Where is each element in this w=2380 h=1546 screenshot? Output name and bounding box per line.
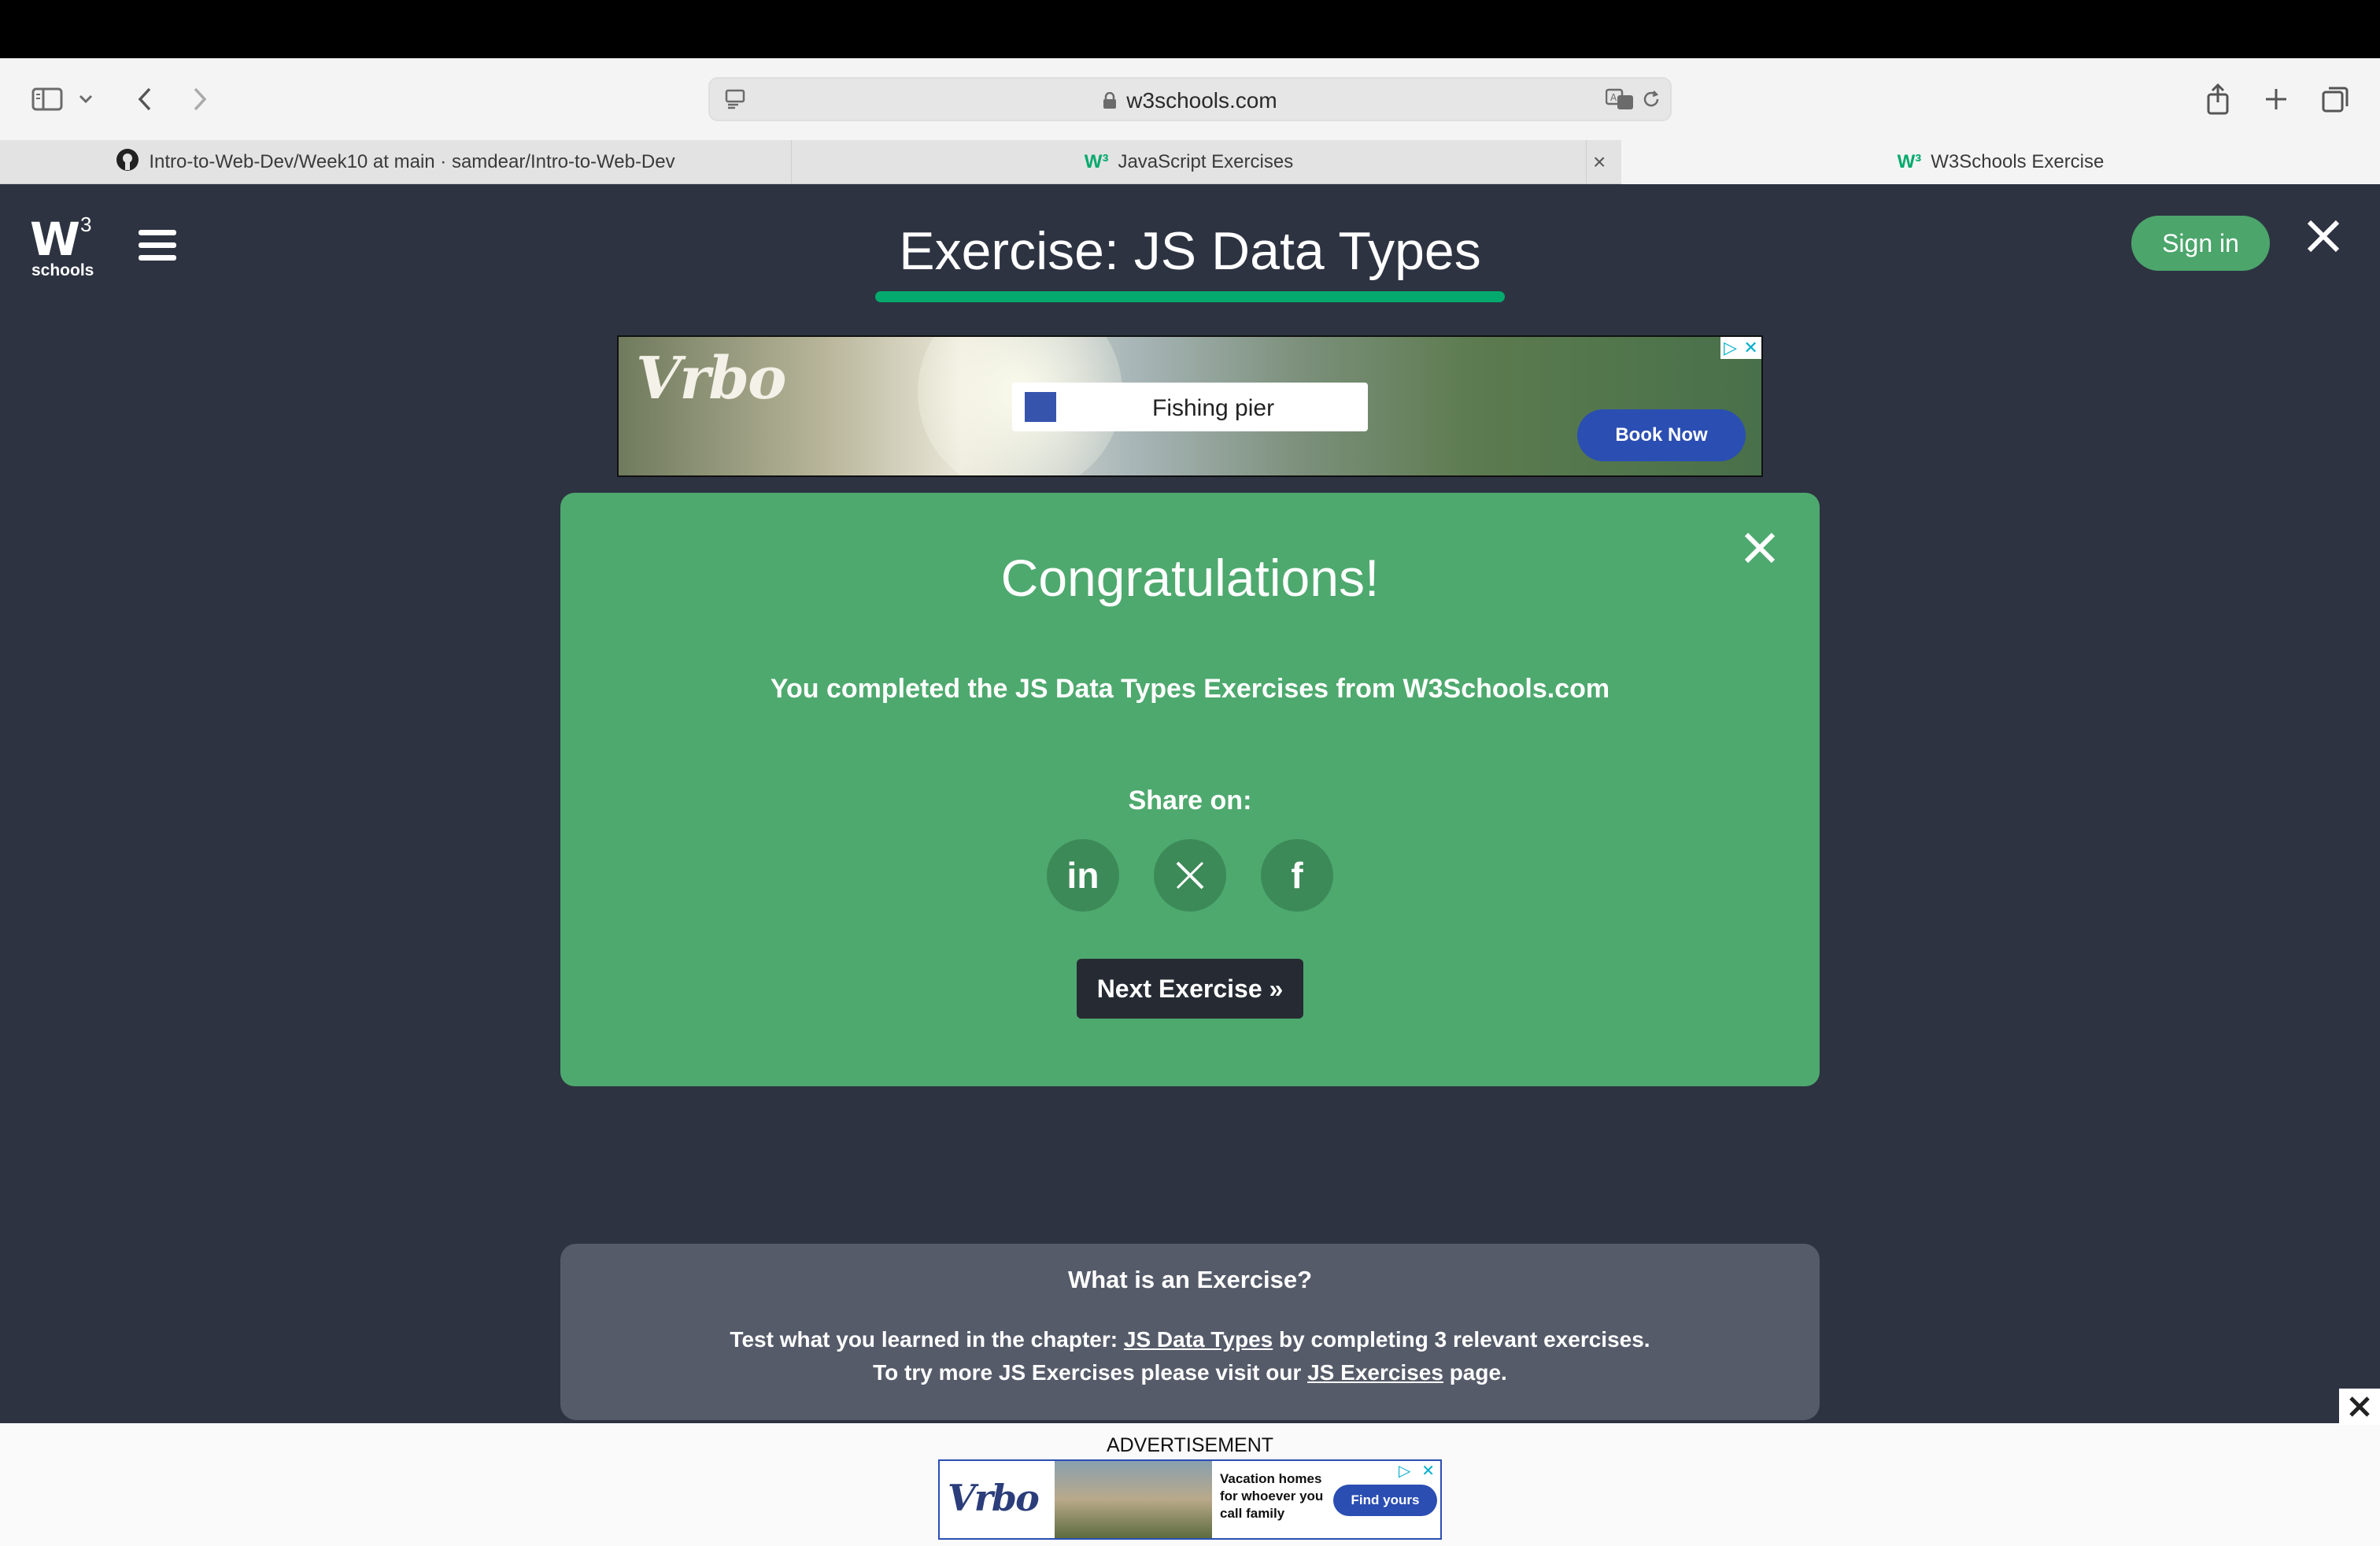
- congrats-message: You completed the JS Data Types Exercise…: [770, 674, 1610, 704]
- adchoices-icon[interactable]: ▷ ✕: [1720, 337, 1761, 359]
- find-yours-button[interactable]: Find yours: [1333, 1485, 1437, 1516]
- url-text: w3schools.com: [710, 88, 1670, 113]
- tab-label: W3Schools Exercise: [1931, 151, 2105, 172]
- info-line-1: Test what you learned in the chapter: JS…: [560, 1327, 1820, 1352]
- w3schools-logo[interactable]: W 3 schools: [30, 213, 94, 279]
- tab-bar: Intro-to-Web-Dev/Week10 at main · samdea…: [0, 140, 2380, 184]
- new-tab-icon[interactable]: [2259, 82, 2293, 117]
- info-heading: What is an Exercise?: [1067, 1266, 1313, 1293]
- tab-w3schools-exercise[interactable]: W³ W3Schools Exercise: [1621, 140, 2380, 184]
- menu-icon[interactable]: [139, 230, 176, 261]
- w3schools-icon: W³: [1084, 151, 1109, 172]
- reload-icon[interactable]: [1634, 82, 1669, 117]
- info-line-2-text: To try more JS Exercises please visit ou…: [873, 1360, 1302, 1385]
- bottom-advertisement: ADVERTISEMENT Vrbo Vacation homes for wh…: [0, 1389, 2380, 1546]
- tab-overview-icon[interactable]: [2319, 82, 2353, 117]
- title-progress-bar: [875, 291, 1505, 302]
- github-icon: [116, 148, 139, 177]
- tab-javascript-exercises[interactable]: W³ JavaScript Exercises: [792, 140, 1587, 184]
- ad-book-now-button[interactable]: Book Now: [1577, 409, 1746, 461]
- info-line-2-tail: page.: [1449, 1360, 1507, 1385]
- x-icon[interactable]: [1154, 839, 1226, 912]
- logo-schools: schools: [31, 261, 94, 279]
- url-label: w3schools.com: [1126, 88, 1277, 113]
- screen-top-bar: [0, 0, 2380, 58]
- share-label: Share on:: [1128, 786, 1252, 816]
- advertisement-label: ADVERTISEMENT: [1106, 1434, 1274, 1456]
- info-line-1-text: Test what you learned in the chapter:: [730, 1327, 1118, 1352]
- close-icon[interactable]: [2304, 217, 2342, 255]
- address-bar[interactable]: w3schools.com A: [708, 77, 1672, 121]
- facebook-icon[interactable]: f: [1261, 839, 1333, 912]
- bottom-ad-banner[interactable]: Vrbo Vacation homes for whoever you call…: [938, 1459, 1442, 1540]
- next-exercise-button[interactable]: Next Exercise »: [1077, 959, 1303, 1019]
- bottom-ad-photo: [1055, 1461, 1212, 1538]
- close-ad-icon[interactable]: [2339, 1389, 2380, 1425]
- tab-github[interactable]: Intro-to-Web-Dev/Week10 at main · samdea…: [0, 140, 792, 184]
- adchoices-icon[interactable]: ▷ ✕: [1393, 1461, 1440, 1481]
- tab-label: JavaScript Exercises: [1118, 151, 1294, 172]
- linkedin-text: in: [1066, 855, 1099, 896]
- congrats-heading: Congratulations!: [1000, 549, 1380, 607]
- top-advertisement[interactable]: Vrbo Fishing pier Book Now ▷ ✕: [617, 335, 1763, 477]
- info-line-1-tail: by completing 3 relevant exercises.: [1279, 1327, 1650, 1352]
- page-title: Exercise: JS Data Types: [899, 221, 1481, 281]
- ad-brand: Vrbo: [636, 345, 787, 412]
- w3schools-icon: W³: [1897, 151, 1922, 172]
- sign-in-button[interactable]: Sign in: [2131, 216, 2270, 271]
- chevron-down-icon[interactable]: [76, 82, 96, 117]
- browser-toolbar: w3schools.com A: [0, 58, 2380, 140]
- congrats-panel: Congratulations! You completed the JS Da…: [560, 493, 1820, 1086]
- ad-search-square-icon: [1025, 392, 1056, 422]
- facebook-text: f: [1291, 855, 1303, 896]
- ad-search-text: Fishing pier: [1152, 395, 1275, 421]
- logo-superscript: 3: [80, 213, 92, 236]
- logo-w: W: [30, 213, 80, 266]
- translate-icon[interactable]: A: [1602, 82, 1637, 117]
- info-line-2: To try more JS Exercises please visit ou…: [560, 1360, 1820, 1385]
- svg-text:A: A: [1610, 92, 1617, 103]
- forward-icon[interactable]: [183, 82, 217, 117]
- lock-icon: [1103, 92, 1117, 109]
- sidebar-toggle-icon[interactable]: [30, 82, 65, 117]
- share-icon[interactable]: [2201, 82, 2235, 117]
- js-data-types-link[interactable]: JS Data Types: [1124, 1327, 1273, 1352]
- ad-search-box[interactable]: Fishing pier: [1012, 383, 1368, 431]
- exercise-info-box: What is an Exercise? Test what you learn…: [560, 1244, 1820, 1420]
- bottom-ad-brand: Vrbo: [948, 1477, 1040, 1519]
- js-exercises-link[interactable]: JS Exercises: [1307, 1360, 1443, 1385]
- tab-label: Intro-to-Web-Dev/Week10 at main · samdea…: [149, 151, 675, 172]
- bottom-ad-text: Vacation homes for whoever you call fami…: [1220, 1471, 1324, 1521]
- close-tab-icon[interactable]: ×: [1593, 150, 1606, 175]
- back-icon[interactable]: [128, 82, 162, 117]
- linkedin-icon[interactable]: in: [1047, 839, 1119, 912]
